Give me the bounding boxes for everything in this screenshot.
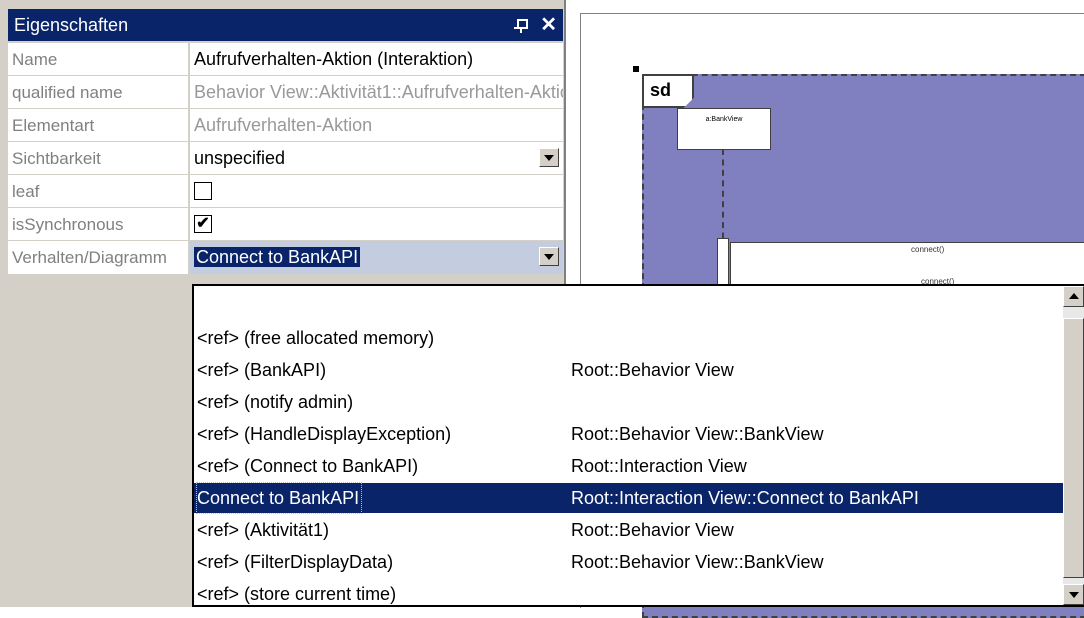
is-synchronous-cell: ✔ <box>190 208 563 240</box>
list-item[interactable]: <ref> (Connect to BankAPI) Root::Interac… <box>194 451 1064 481</box>
list-item[interactable]: <ref> (notify admin) <box>194 387 1064 417</box>
item-name: <ref> (Aktivität1) <box>197 520 330 540</box>
property-label: Sichtbarkeit <box>8 142 190 174</box>
item-name: <ref> (Connect to BankAPI) <box>197 456 419 476</box>
list-item[interactable]: <ref> (Aktivität1) Root::Behavior View <box>194 515 1064 545</box>
lifeline-name: a:BankView <box>705 116 743 123</box>
behavior-select[interactable]: Connect to BankAPI <box>190 241 563 274</box>
title-buttons: ✕ <box>514 9 557 41</box>
behavior-dropdown-list[interactable]: <ref> (free allocated memory) <ref> (Ban… <box>192 284 1084 607</box>
item-path: Root::Interaction View::Connect to BankA… <box>571 488 919 508</box>
property-row-leaf: leaf <box>8 175 563 208</box>
item-path: Root::Interaction View <box>571 456 747 476</box>
scrollbar-thumb[interactable] <box>1063 318 1084 578</box>
item-name: Connect to BankAPI <box>195 482 363 514</box>
property-row-is-synchronous: isSynchronous ✔ <box>8 208 563 241</box>
property-grid: Name Aufrufverhalten-Aktion (Interaktion… <box>8 43 563 274</box>
close-icon[interactable]: ✕ <box>540 9 557 41</box>
property-label: Name <box>8 43 190 75</box>
property-label: Elementart <box>8 109 190 141</box>
element-type-value: Aufrufverhalten-Aktion <box>194 115 373 135</box>
leaf-checkbox[interactable] <box>194 182 212 200</box>
item-path: Root::Behavior View <box>571 520 734 540</box>
dropdown-scrollbar[interactable] <box>1063 286 1084 605</box>
list-item-selected[interactable]: Connect to BankAPI Root::Interaction Vie… <box>194 482 1064 514</box>
property-row-name: Name Aufrufverhalten-Aktion (Interaktion… <box>8 43 563 76</box>
panel-title: Eigenschaften <box>14 15 129 35</box>
list-item[interactable]: <ref> (HandleDisplayException) Root::Beh… <box>194 419 1064 449</box>
item-name: <ref> (BankAPI) <box>197 360 327 380</box>
item-name: <ref> (FilterDisplayData) <box>197 552 394 572</box>
property-row-behavior: Verhalten/Diagramm Connect to BankAPI <box>8 241 563 274</box>
leaf-cell <box>190 175 563 207</box>
property-row-element-type: Elementart Aufrufverhalten-Aktion <box>8 109 563 142</box>
frame-tag: sd <box>642 74 694 108</box>
visibility-dropdown-button[interactable] <box>539 148 559 167</box>
item-name: <ref> (notify admin) <box>197 392 354 412</box>
selection-handle[interactable] <box>633 66 639 72</box>
is-synchronous-checkbox[interactable]: ✔ <box>194 215 212 233</box>
property-label: Verhalten/Diagramm <box>8 241 190 274</box>
list-item[interactable] <box>194 286 1064 316</box>
name-field[interactable]: Aufrufverhalten-Aktion (Interaktion) <box>190 43 563 75</box>
list-item[interactable]: <ref> (FilterDisplayData) Root::Behavior… <box>194 547 1064 577</box>
property-label: leaf <box>8 175 190 207</box>
item-name: <ref> (store current time) <box>197 584 397 604</box>
qualified-name-value: Behavior View::Aktivität1::Aufrufverhalt… <box>194 82 563 102</box>
property-row-qualified-name: qualified name Behavior View::Aktivität1… <box>8 76 563 109</box>
lifeline <box>722 149 724 249</box>
scroll-up-icon[interactable] <box>1063 286 1084 307</box>
item-path: Root::Behavior View <box>571 360 734 380</box>
property-row-visibility: Sichtbarkeit unspecified <box>8 142 563 175</box>
visibility-value: unspecified <box>194 148 286 168</box>
message-label: connect() <box>911 245 945 254</box>
property-label: qualified name <box>8 76 190 108</box>
property-label: isSynchronous <box>8 208 190 240</box>
item-name: <ref> (free allocated memory) <box>197 328 435 348</box>
item-name: <ref> (HandleDisplayException) <box>197 424 452 444</box>
pin-icon[interactable] <box>514 17 529 33</box>
visibility-select[interactable]: unspecified <box>190 142 563 174</box>
behavior-dropdown-button[interactable] <box>539 247 559 266</box>
item-path: Root::Behavior View::BankView <box>571 424 824 444</box>
item-path: Root::Behavior View::BankView <box>571 552 824 572</box>
list-item[interactable]: <ref> (BankAPI) Root::Behavior View <box>194 355 1064 385</box>
list-item[interactable]: <ref> (store current time) <box>194 579 1064 605</box>
panel-titlebar: Eigenschaften ✕ <box>8 9 563 41</box>
behavior-value: Connect to BankAPI <box>194 247 361 267</box>
lifeline-head[interactable]: a:BankView <box>677 108 771 150</box>
scroll-down-icon[interactable] <box>1063 584 1084 605</box>
list-item[interactable]: <ref> (free allocated memory) <box>194 323 1064 353</box>
